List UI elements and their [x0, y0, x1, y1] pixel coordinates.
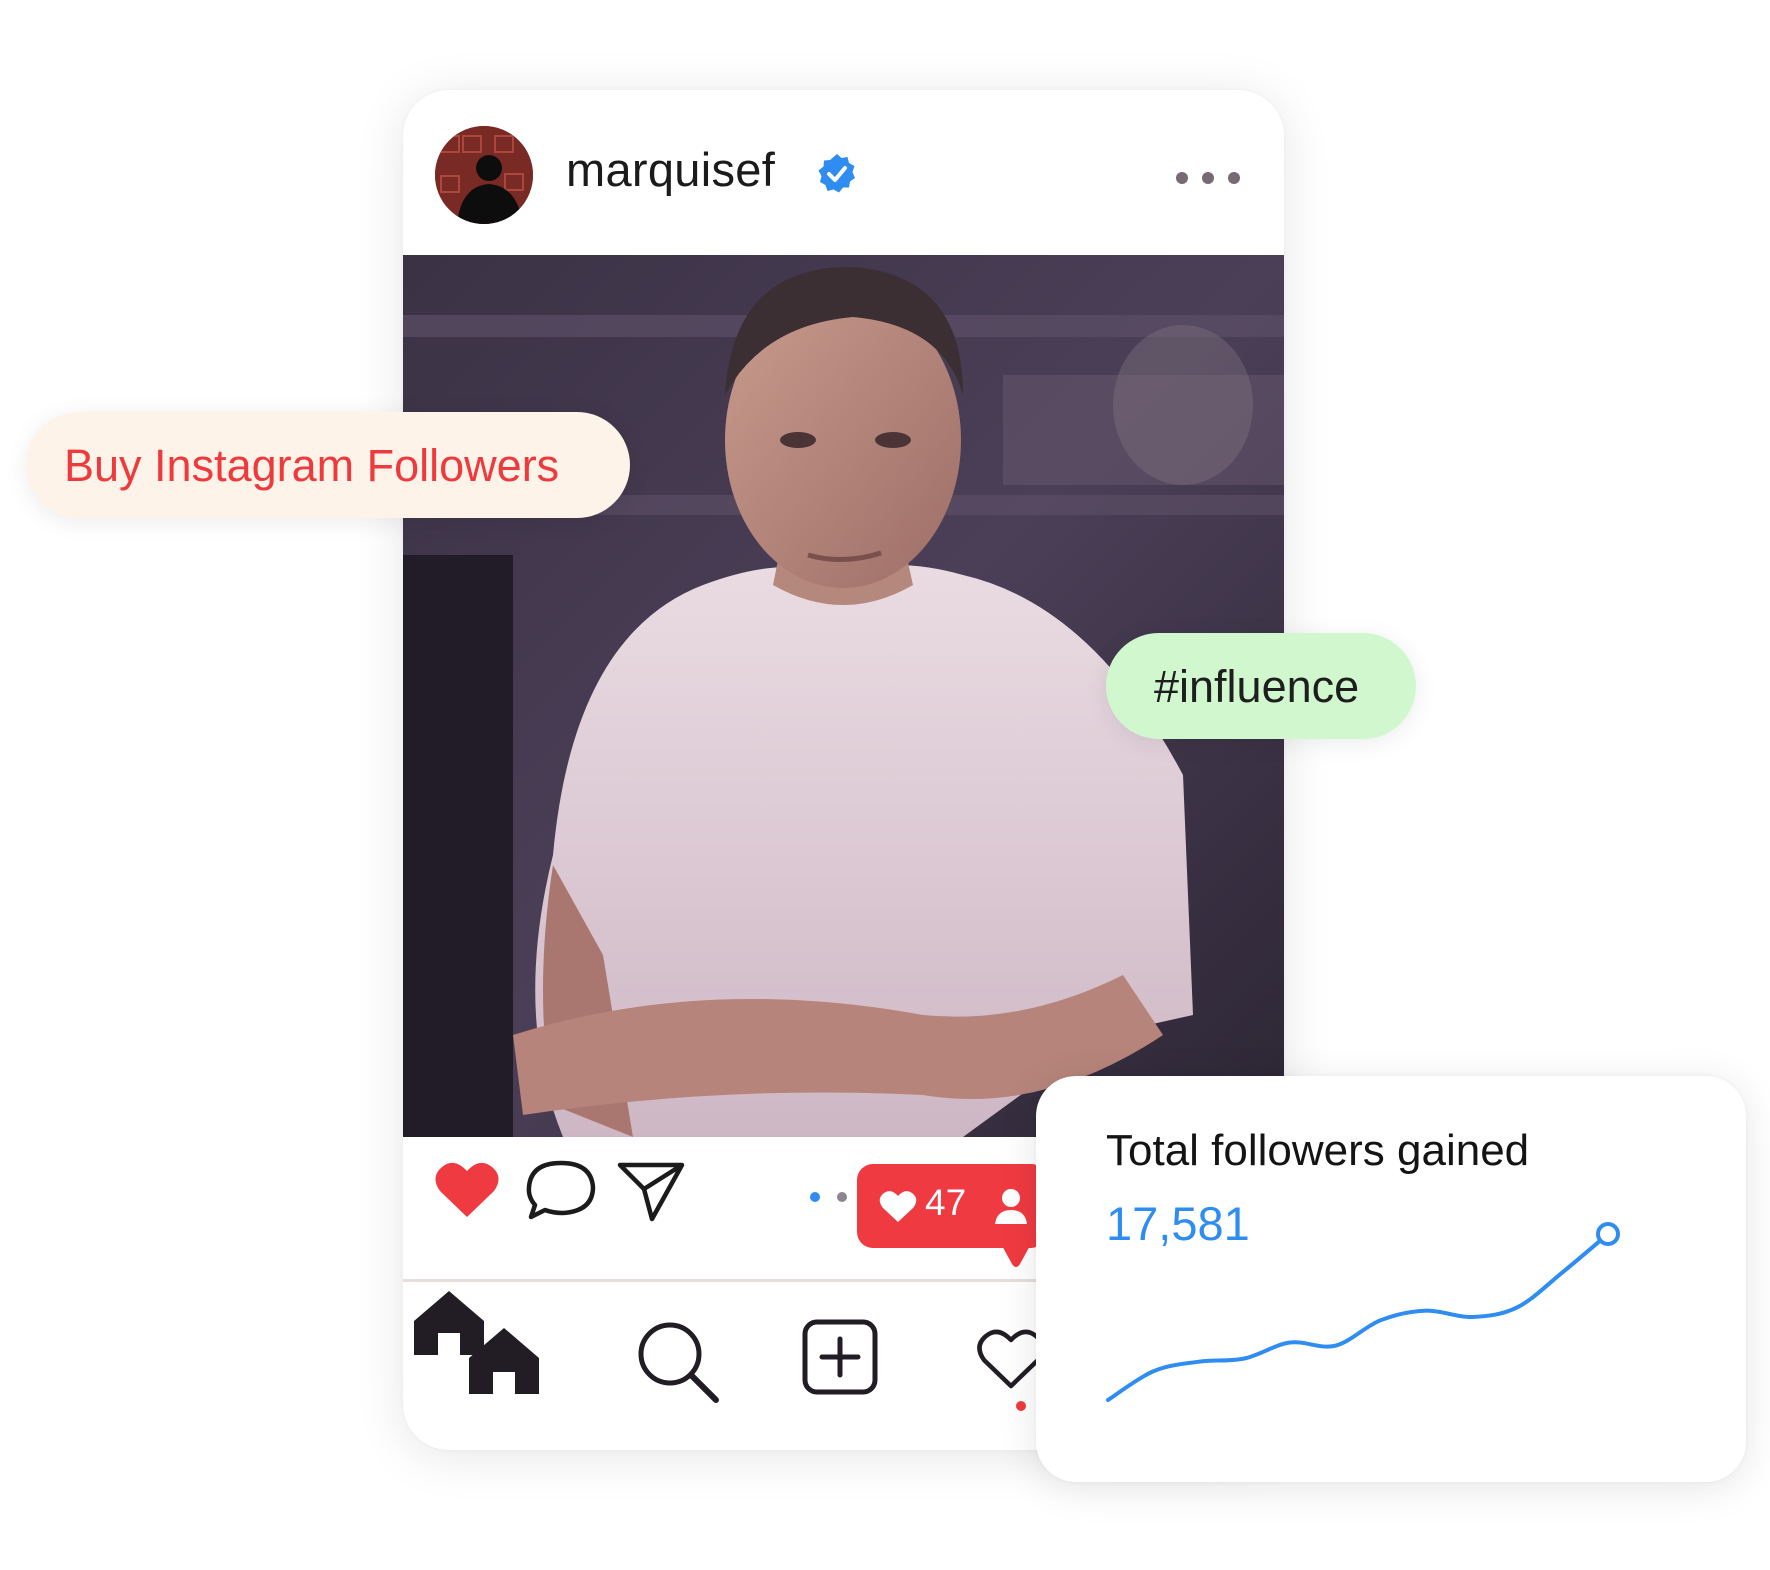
followers-stats-card: Total followers gained 17,581 [1036, 1076, 1746, 1482]
home-icon[interactable] [465, 1324, 543, 1396]
hashtag-pill[interactable]: #influence [1106, 633, 1416, 739]
avatar[interactable] [435, 126, 533, 224]
heart-icon [879, 1191, 917, 1222]
series-line [1106, 1232, 1610, 1402]
add-post-icon[interactable] [802, 1319, 878, 1395]
buy-followers-pill[interactable]: Buy Instagram Followers [26, 412, 630, 518]
likes-count: 47 [925, 1182, 967, 1223]
buy-followers-label: Buy Instagram Followers [64, 440, 560, 491]
paper-plane-icon[interactable] [616, 1159, 686, 1223]
hashtag-label: #influence [1154, 661, 1360, 712]
followers-line-chart [1106, 1222, 1620, 1402]
notification-tail [1000, 1242, 1032, 1267]
person-icon [995, 1189, 1027, 1224]
typing-dots-icon [810, 1192, 847, 1202]
heart-filled-icon[interactable] [434, 1159, 500, 1219]
avatar-silhouette [435, 126, 533, 224]
series-endpoint [1596, 1222, 1620, 1246]
likes-notification[interactable]: 47 [857, 1164, 1047, 1248]
comment-bubble-icon[interactable] [525, 1159, 597, 1223]
more-horizontal-icon[interactable] [1175, 170, 1241, 186]
verified-badge-icon [818, 154, 855, 193]
post-header: marquisef [403, 90, 1284, 255]
activity-dot [1016, 1401, 1026, 1411]
search-icon[interactable] [634, 1318, 720, 1404]
username[interactable]: marquisef [566, 142, 775, 197]
